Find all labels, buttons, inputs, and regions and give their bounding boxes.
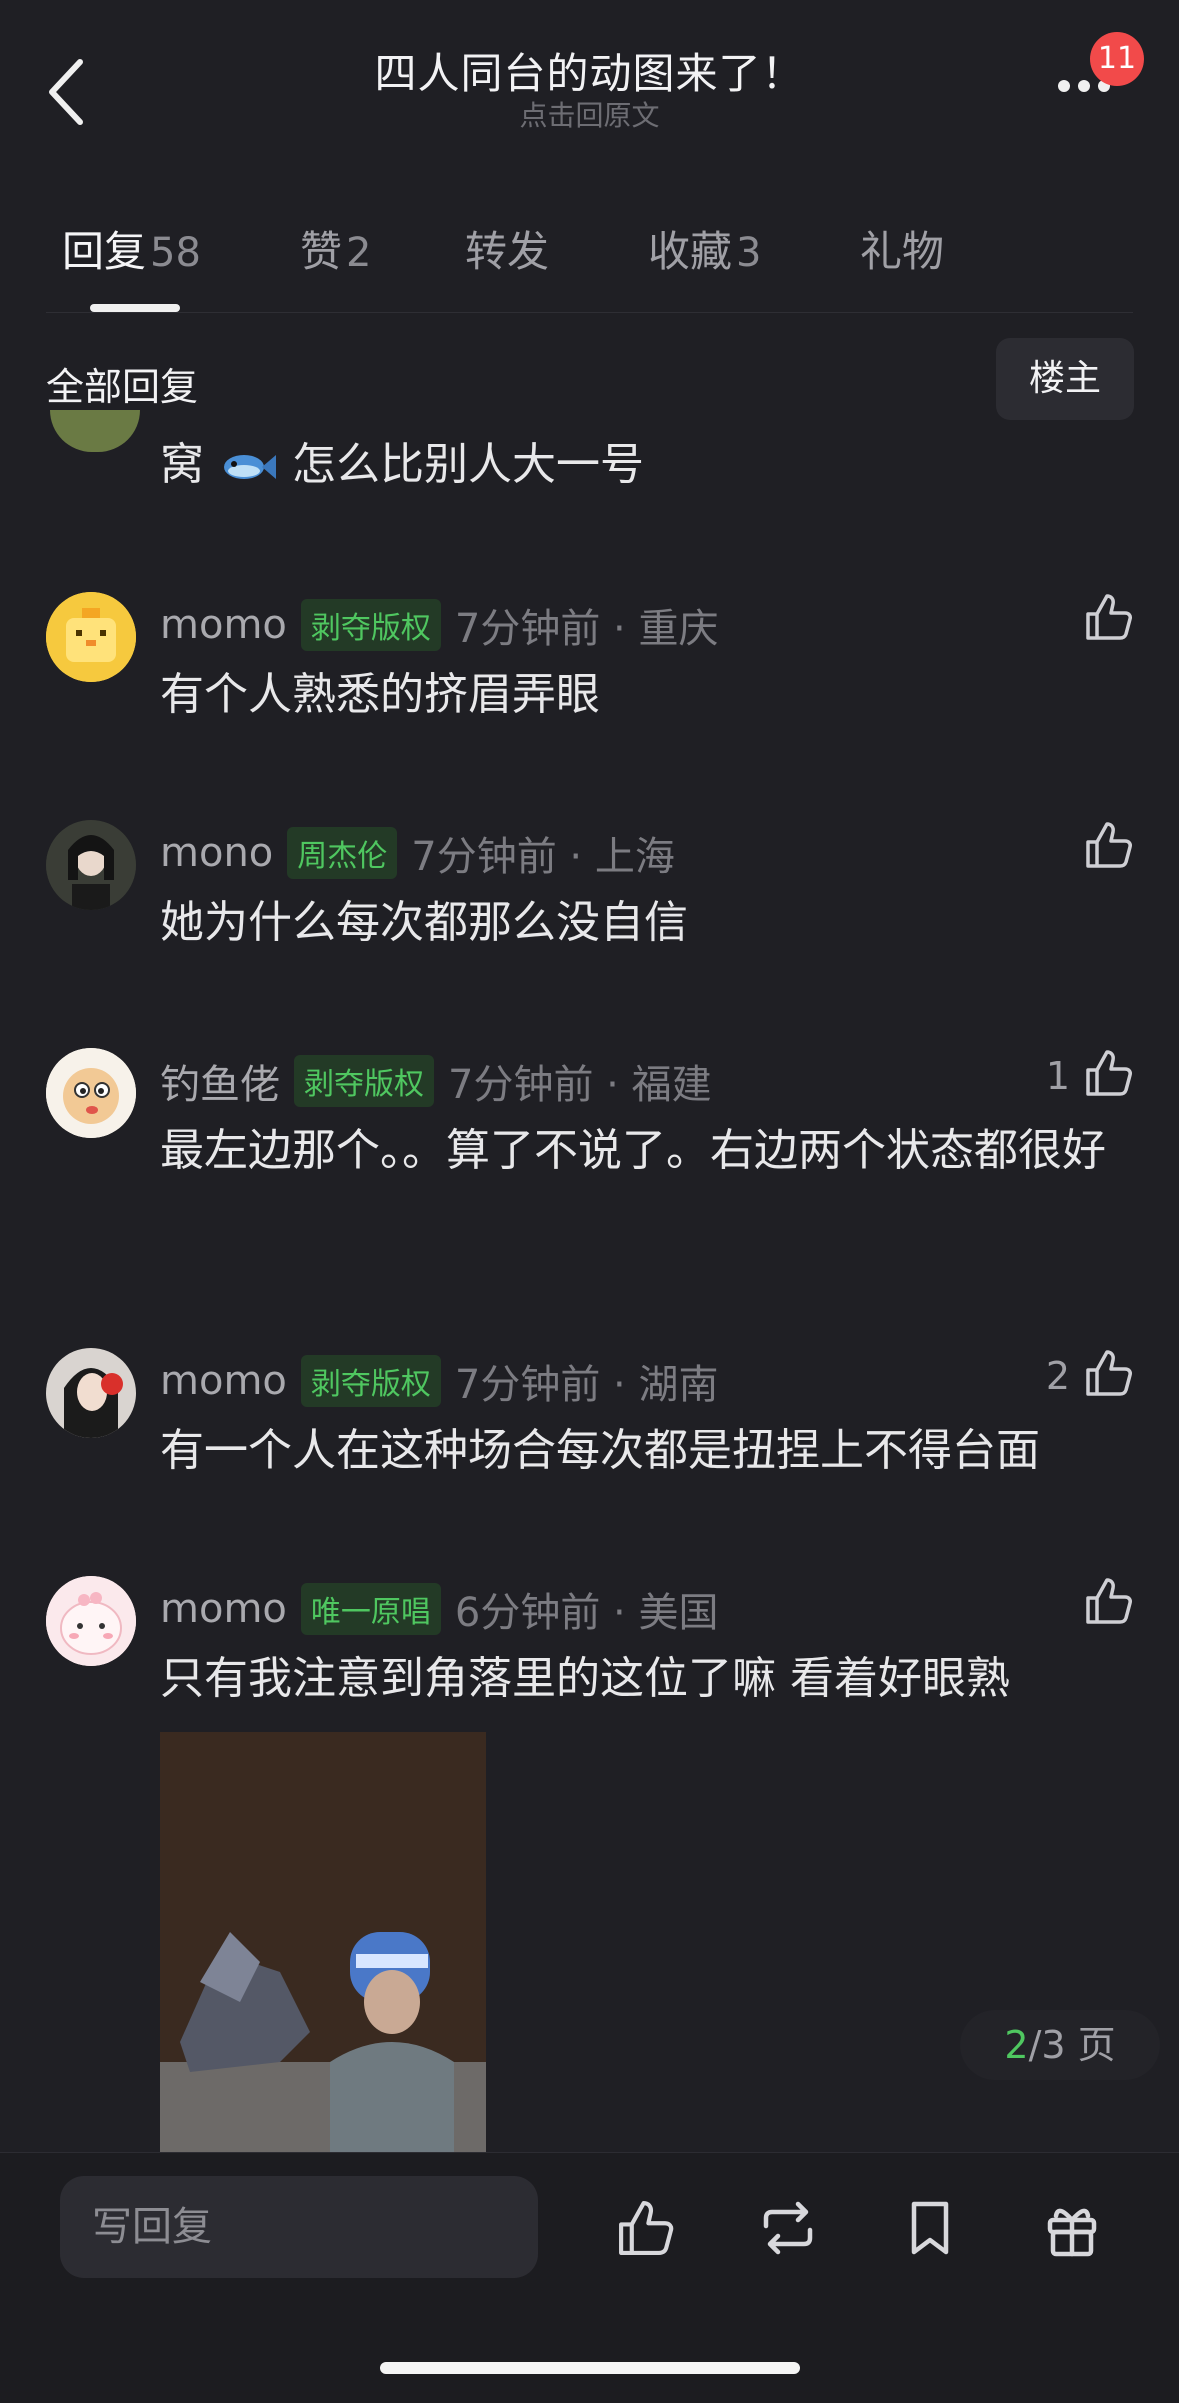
- comment-meta: momo 剥夺版权 7分钟前 · 重庆: [160, 596, 718, 654]
- comment-meta: mono 周杰伦 7分钟前 · 上海: [160, 824, 675, 882]
- comment-username[interactable]: 钓鱼佬: [160, 1052, 280, 1110]
- like-button[interactable]: [1082, 1346, 1136, 1400]
- thumbs-up-icon: [619, 2201, 674, 2255]
- comment-text-after: 怎么比别人大一号: [292, 439, 644, 490]
- avatar[interactable]: [46, 1576, 136, 1666]
- tab-count: 3: [736, 230, 762, 276]
- page-total: /3 页: [1028, 2023, 1116, 2067]
- comment-text: 有一个人在这种场合每次都是扭捏上不得台面: [160, 1425, 1040, 1476]
- comment-username[interactable]: momo: [160, 1358, 287, 1404]
- like-button[interactable]: [1082, 1046, 1136, 1100]
- avatar-chick-icon: [46, 592, 136, 682]
- comment-time-location: 7分钟前 · 重庆: [454, 606, 719, 652]
- tab-label: 礼物: [860, 227, 945, 276]
- fan-tag[interactable]: 剥夺版权: [300, 1355, 441, 1407]
- comment-username[interactable]: momo: [160, 1586, 287, 1632]
- like-button[interactable]: [1082, 1574, 1136, 1628]
- thumbs-up-icon: [1086, 822, 1132, 868]
- comment-time-location: 6分钟前 · 美国: [454, 1590, 719, 1636]
- like-count: 1: [1045, 1054, 1070, 1098]
- tab-replies[interactable]: 回复 58: [62, 218, 201, 279]
- page-indicator[interactable]: 2/3 页: [960, 2010, 1160, 2080]
- thumbs-up-icon: [1086, 1050, 1132, 1096]
- photo-thumbnail: [160, 1732, 486, 2152]
- section-label: 全部回复: [46, 365, 199, 409]
- like-button[interactable]: [1082, 590, 1136, 644]
- reply-input[interactable]: 写回复: [60, 2176, 538, 2278]
- tab-label: 回复: [62, 227, 147, 276]
- like-button[interactable]: [1082, 818, 1136, 872]
- comment-image[interactable]: [160, 1732, 486, 2152]
- avatar-portrait-icon: [46, 1348, 136, 1438]
- comment-text: 她为什么每次都那么没自信: [160, 897, 688, 948]
- fan-tag[interactable]: 剥夺版权: [300, 599, 441, 651]
- bookmark-icon: [911, 2201, 949, 2255]
- avatar[interactable]: [46, 592, 136, 682]
- tab-count: 2: [346, 230, 372, 276]
- comment-time-location: 7分钟前 · 上海: [411, 834, 675, 880]
- avatar[interactable]: [50, 410, 140, 452]
- notification-badge: 11: [1090, 32, 1144, 86]
- tab-label: 赞: [300, 227, 343, 276]
- comment-meta: 钓鱼佬 剥夺版权 7分钟前 · 福建: [160, 1052, 712, 1110]
- avatar-portrait-icon: [46, 820, 136, 910]
- thumbs-up-icon: [1086, 1578, 1132, 1624]
- comment-time-location: 7分钟前 · 福建: [448, 1062, 712, 1108]
- tab-favorites[interactable]: 收藏 3: [648, 218, 761, 279]
- repost-icon: [763, 2201, 813, 2255]
- comment-username[interactable]: momo: [160, 602, 287, 648]
- comment-meta: momo 剥夺版权 7分钟前 · 湖南: [160, 1352, 718, 1410]
- tab-indicator: [90, 304, 180, 312]
- current-page: 2: [1004, 2023, 1029, 2067]
- tab-label: 转发: [465, 227, 550, 276]
- divider: [46, 312, 1133, 313]
- tab-reposts[interactable]: 转发: [465, 218, 553, 279]
- comment-text-before: 窝: [160, 439, 204, 490]
- avatar[interactable]: [46, 1048, 136, 1138]
- comment-meta: momo 唯一原唱 6分钟前 · 美国: [160, 1580, 718, 1638]
- avatar-cartoon-icon: [46, 1576, 136, 1666]
- tab-count: 58: [150, 230, 201, 276]
- comment-username[interactable]: mono: [160, 830, 273, 876]
- owner-filter-button[interactable]: 楼主: [996, 338, 1134, 420]
- comment-text: 窝 怎么比别人大一号: [160, 430, 1120, 500]
- fish-emoji-icon: [224, 455, 276, 479]
- fan-tag[interactable]: 周杰伦: [287, 827, 398, 879]
- page-title: 四人同台的动图来了！: [374, 49, 805, 98]
- home-indicator[interactable]: [380, 2362, 800, 2374]
- tab-likes[interactable]: 赞2: [300, 218, 371, 279]
- comment-time-location: 7分钟前 · 湖南: [454, 1362, 719, 1408]
- avatar-sheep-icon: [46, 1048, 136, 1138]
- comment-text: 只有我注意到角落里的这位了嘛 看着好眼熟: [160, 1653, 1010, 1704]
- thumbs-up-icon: [1086, 1350, 1132, 1396]
- like-post-button[interactable]: [614, 2196, 678, 2260]
- tab-label: 收藏: [648, 227, 733, 276]
- back-to-original-link[interactable]: 点击回原文: [0, 94, 1179, 134]
- fan-tag[interactable]: 剥夺版权: [294, 1055, 434, 1107]
- avatar[interactable]: [46, 820, 136, 910]
- avatar[interactable]: [46, 1348, 136, 1438]
- comment-text: 有个人熟悉的挤眉弄眼: [160, 669, 600, 720]
- tab-gifts[interactable]: 礼物: [860, 218, 948, 279]
- comment-text: 最左边那个。。算了不说了。右边两个状态都很好: [160, 1125, 1106, 1176]
- fan-tag[interactable]: 唯一原唱: [300, 1583, 441, 1635]
- gift-icon: [1047, 2208, 1097, 2257]
- gift-button[interactable]: [1040, 2196, 1104, 2260]
- thumbs-up-icon: [1086, 594, 1132, 640]
- bookmark-button[interactable]: [898, 2196, 962, 2260]
- like-count: 2: [1045, 1354, 1070, 1398]
- repost-button[interactable]: [756, 2196, 820, 2260]
